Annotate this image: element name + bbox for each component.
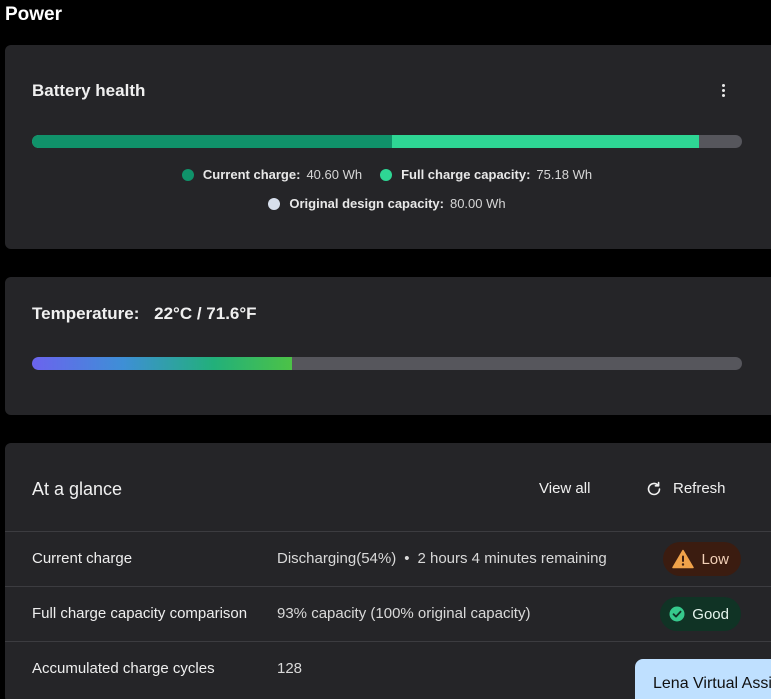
separator-dot: •	[404, 550, 410, 567]
more-vertical-icon	[721, 83, 725, 87]
page-title: Power	[5, 4, 63, 25]
temperature-fill	[32, 357, 292, 370]
row-value: 93% capacity (100% original capacity)	[277, 605, 531, 622]
battery-capacity-bar	[32, 135, 742, 148]
temperature-bar	[32, 357, 742, 370]
battery-legend-row-1: Current charge: 40.60 Wh Full charge cap…	[32, 167, 742, 182]
view-all-button[interactable]: View all	[539, 480, 590, 497]
current-charge-dot-icon	[181, 168, 194, 181]
battery-health-card: Battery health Current charge: 40.60 Wh …	[5, 45, 771, 249]
battery-health-title: Battery health	[32, 81, 146, 100]
virtual-assistant-button[interactable]: Lena Virtual Assistant	[635, 659, 771, 699]
warning-icon	[672, 549, 695, 569]
row-label: Current charge	[32, 550, 133, 567]
temperature-card: Temperature: 22°C / 71.6°F	[5, 277, 771, 415]
row-value: 128	[277, 660, 303, 677]
glance-title: At a glance	[32, 479, 123, 499]
check-circle-icon	[669, 606, 685, 622]
row-value: Discharging(54%) • 2 hours 4 minutes remai…	[277, 550, 607, 567]
current-charge-fill	[32, 135, 393, 148]
full-charge-dot-icon	[380, 168, 393, 181]
row-label: Full charge capacity comparison	[32, 605, 248, 622]
refresh-icon	[647, 481, 661, 495]
status-badge-low: Low	[663, 542, 741, 576]
legend-current-charge: Current charge: 40.60 Wh	[181, 167, 362, 182]
battery-legend-row-2: Original design capacity: 80.00 Wh	[32, 196, 742, 211]
refresh-button[interactable]: Refresh	[646, 480, 726, 497]
power-page: Power Battery health Current charge: 40.…	[0, 0, 771, 699]
more-options-button[interactable]	[715, 81, 731, 99]
status-badge-good: Good	[660, 597, 741, 631]
row-label: Accumulated charge cycles	[32, 660, 215, 677]
legend-design-capacity: Original design capacity: 80.00 Wh	[268, 196, 506, 211]
table-row: Current charge Discharging(54%) • 2 hours …	[5, 532, 771, 587]
legend-full-charge-capacity: Full charge capacity: 75.18 Wh	[380, 167, 592, 182]
temperature-value: 22°C / 71.6°F	[154, 304, 257, 323]
temperature-title: Temperature: 22°C / 71.6°F	[32, 304, 257, 323]
glance-header: At a glance View all Refresh	[5, 443, 771, 532]
table-row: Full charge capacity comparison 93% capa…	[5, 587, 771, 642]
design-capacity-dot-icon	[268, 197, 281, 210]
